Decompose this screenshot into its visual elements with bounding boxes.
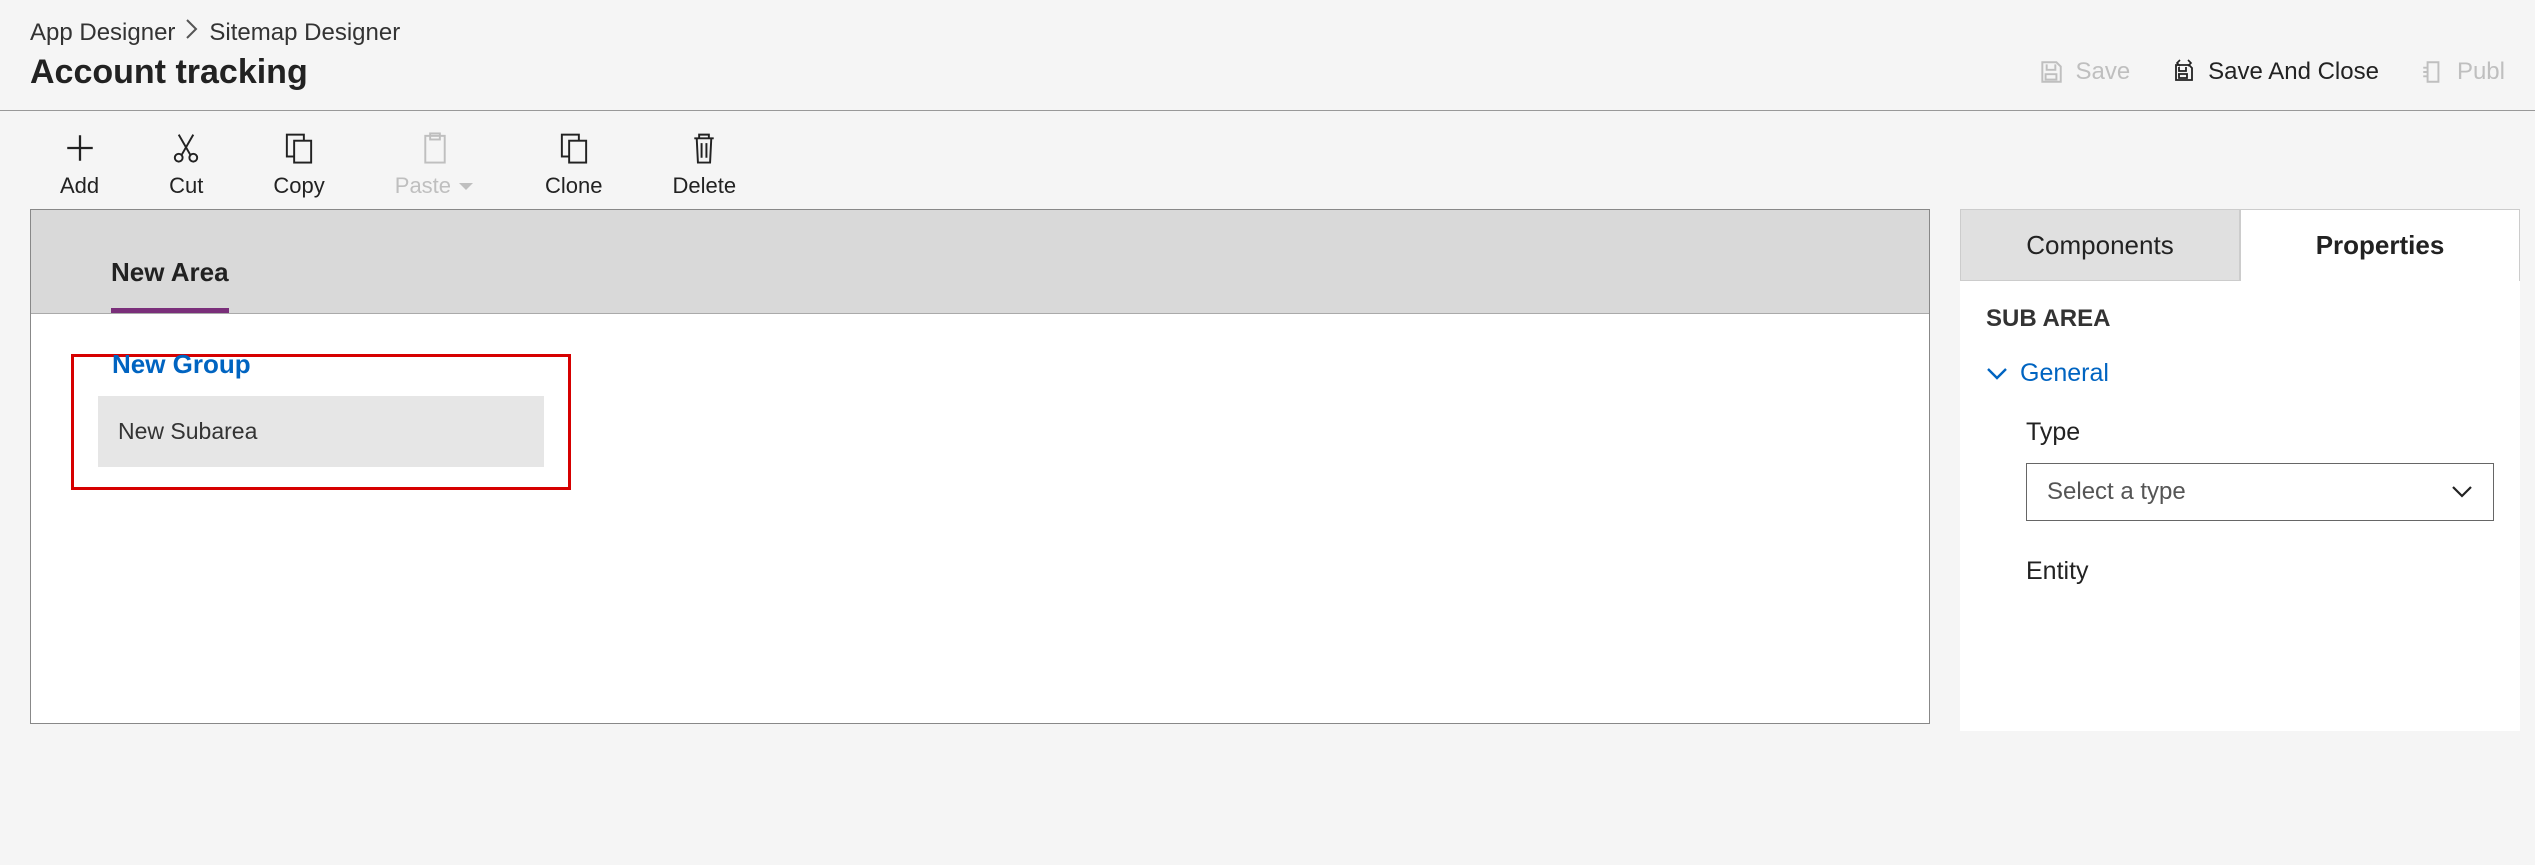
copy-label: Copy <box>273 173 324 199</box>
clone-button[interactable]: Clone <box>545 129 602 199</box>
save-and-close-label: Save And Close <box>2208 58 2379 86</box>
field-type-label: Type <box>2026 418 2494 447</box>
toolbar: Add Cut Copy Paste Clone Delet <box>0 111 2535 209</box>
clone-icon <box>558 129 590 167</box>
area-tabbar: New Area <box>31 210 1929 314</box>
scissors-icon <box>171 129 201 167</box>
group-new-group[interactable]: New Group <box>74 349 568 396</box>
chevron-down-icon <box>2451 478 2473 506</box>
properties-heading: SUB AREA <box>1986 305 2494 333</box>
side-panel: Components Properties SUB AREA General T… <box>1960 209 2520 731</box>
section-general-toggle[interactable]: General <box>1986 359 2494 388</box>
field-entity-label: Entity <box>2026 557 2494 586</box>
type-select[interactable]: Select a type <box>2026 463 2494 521</box>
selection-highlight: New Group New Subarea <box>71 354 571 490</box>
add-label: Add <box>60 173 99 199</box>
chevron-down-icon <box>1986 359 2008 388</box>
paste-button[interactable]: Paste <box>395 129 475 199</box>
sitemap-canvas: New Area New Group New Subarea <box>30 209 1930 724</box>
chevron-right-icon <box>185 18 199 47</box>
publish-label: Publ <box>2457 58 2505 86</box>
cut-label: Cut <box>169 173 203 199</box>
add-button[interactable]: Add <box>60 129 99 199</box>
breadcrumb-app-designer[interactable]: App Designer <box>30 19 175 47</box>
publish-icon <box>2419 58 2447 86</box>
page-title: Account tracking <box>30 53 400 92</box>
canvas-body: New Group New Subarea <box>31 314 1929 530</box>
save-icon <box>2037 58 2065 86</box>
chevron-down-icon <box>457 173 475 199</box>
subarea-new-subarea[interactable]: New Subarea <box>98 396 544 467</box>
save-and-close-icon <box>2170 58 2198 86</box>
header-left: App Designer Sitemap Designer Account tr… <box>30 18 400 92</box>
breadcrumb: App Designer Sitemap Designer <box>30 18 400 47</box>
delete-label: Delete <box>673 173 737 199</box>
copy-button[interactable]: Copy <box>273 129 324 199</box>
publish-button[interactable]: Publ <box>2419 58 2505 86</box>
paste-label: Paste <box>395 173 451 199</box>
clone-label: Clone <box>545 173 602 199</box>
save-button[interactable]: Save <box>2037 58 2130 86</box>
copy-icon <box>283 129 315 167</box>
tab-components[interactable]: Components <box>1960 209 2240 281</box>
paste-icon <box>420 129 450 167</box>
panel-tabs: Components Properties <box>1960 209 2520 281</box>
plus-icon <box>63 129 97 167</box>
breadcrumb-sitemap-designer[interactable]: Sitemap Designer <box>209 19 400 47</box>
tab-properties[interactable]: Properties <box>2240 209 2520 281</box>
panel-body: SUB AREA General Type Select a type Enti… <box>1960 281 2520 731</box>
header-actions: Save Save And Close Publ <box>2037 18 2505 86</box>
area-tab-new-area[interactable]: New Area <box>111 257 229 313</box>
save-and-close-button[interactable]: Save And Close <box>2170 58 2379 86</box>
workspace: New Area New Group New Subarea Component… <box>0 209 2535 731</box>
save-label: Save <box>2075 58 2130 86</box>
trash-icon <box>689 129 719 167</box>
cut-button[interactable]: Cut <box>169 129 203 199</box>
delete-button[interactable]: Delete <box>673 129 737 199</box>
header: App Designer Sitemap Designer Account tr… <box>0 0 2535 111</box>
type-select-value: Select a type <box>2047 478 2186 506</box>
section-general-label: General <box>2020 359 2109 388</box>
